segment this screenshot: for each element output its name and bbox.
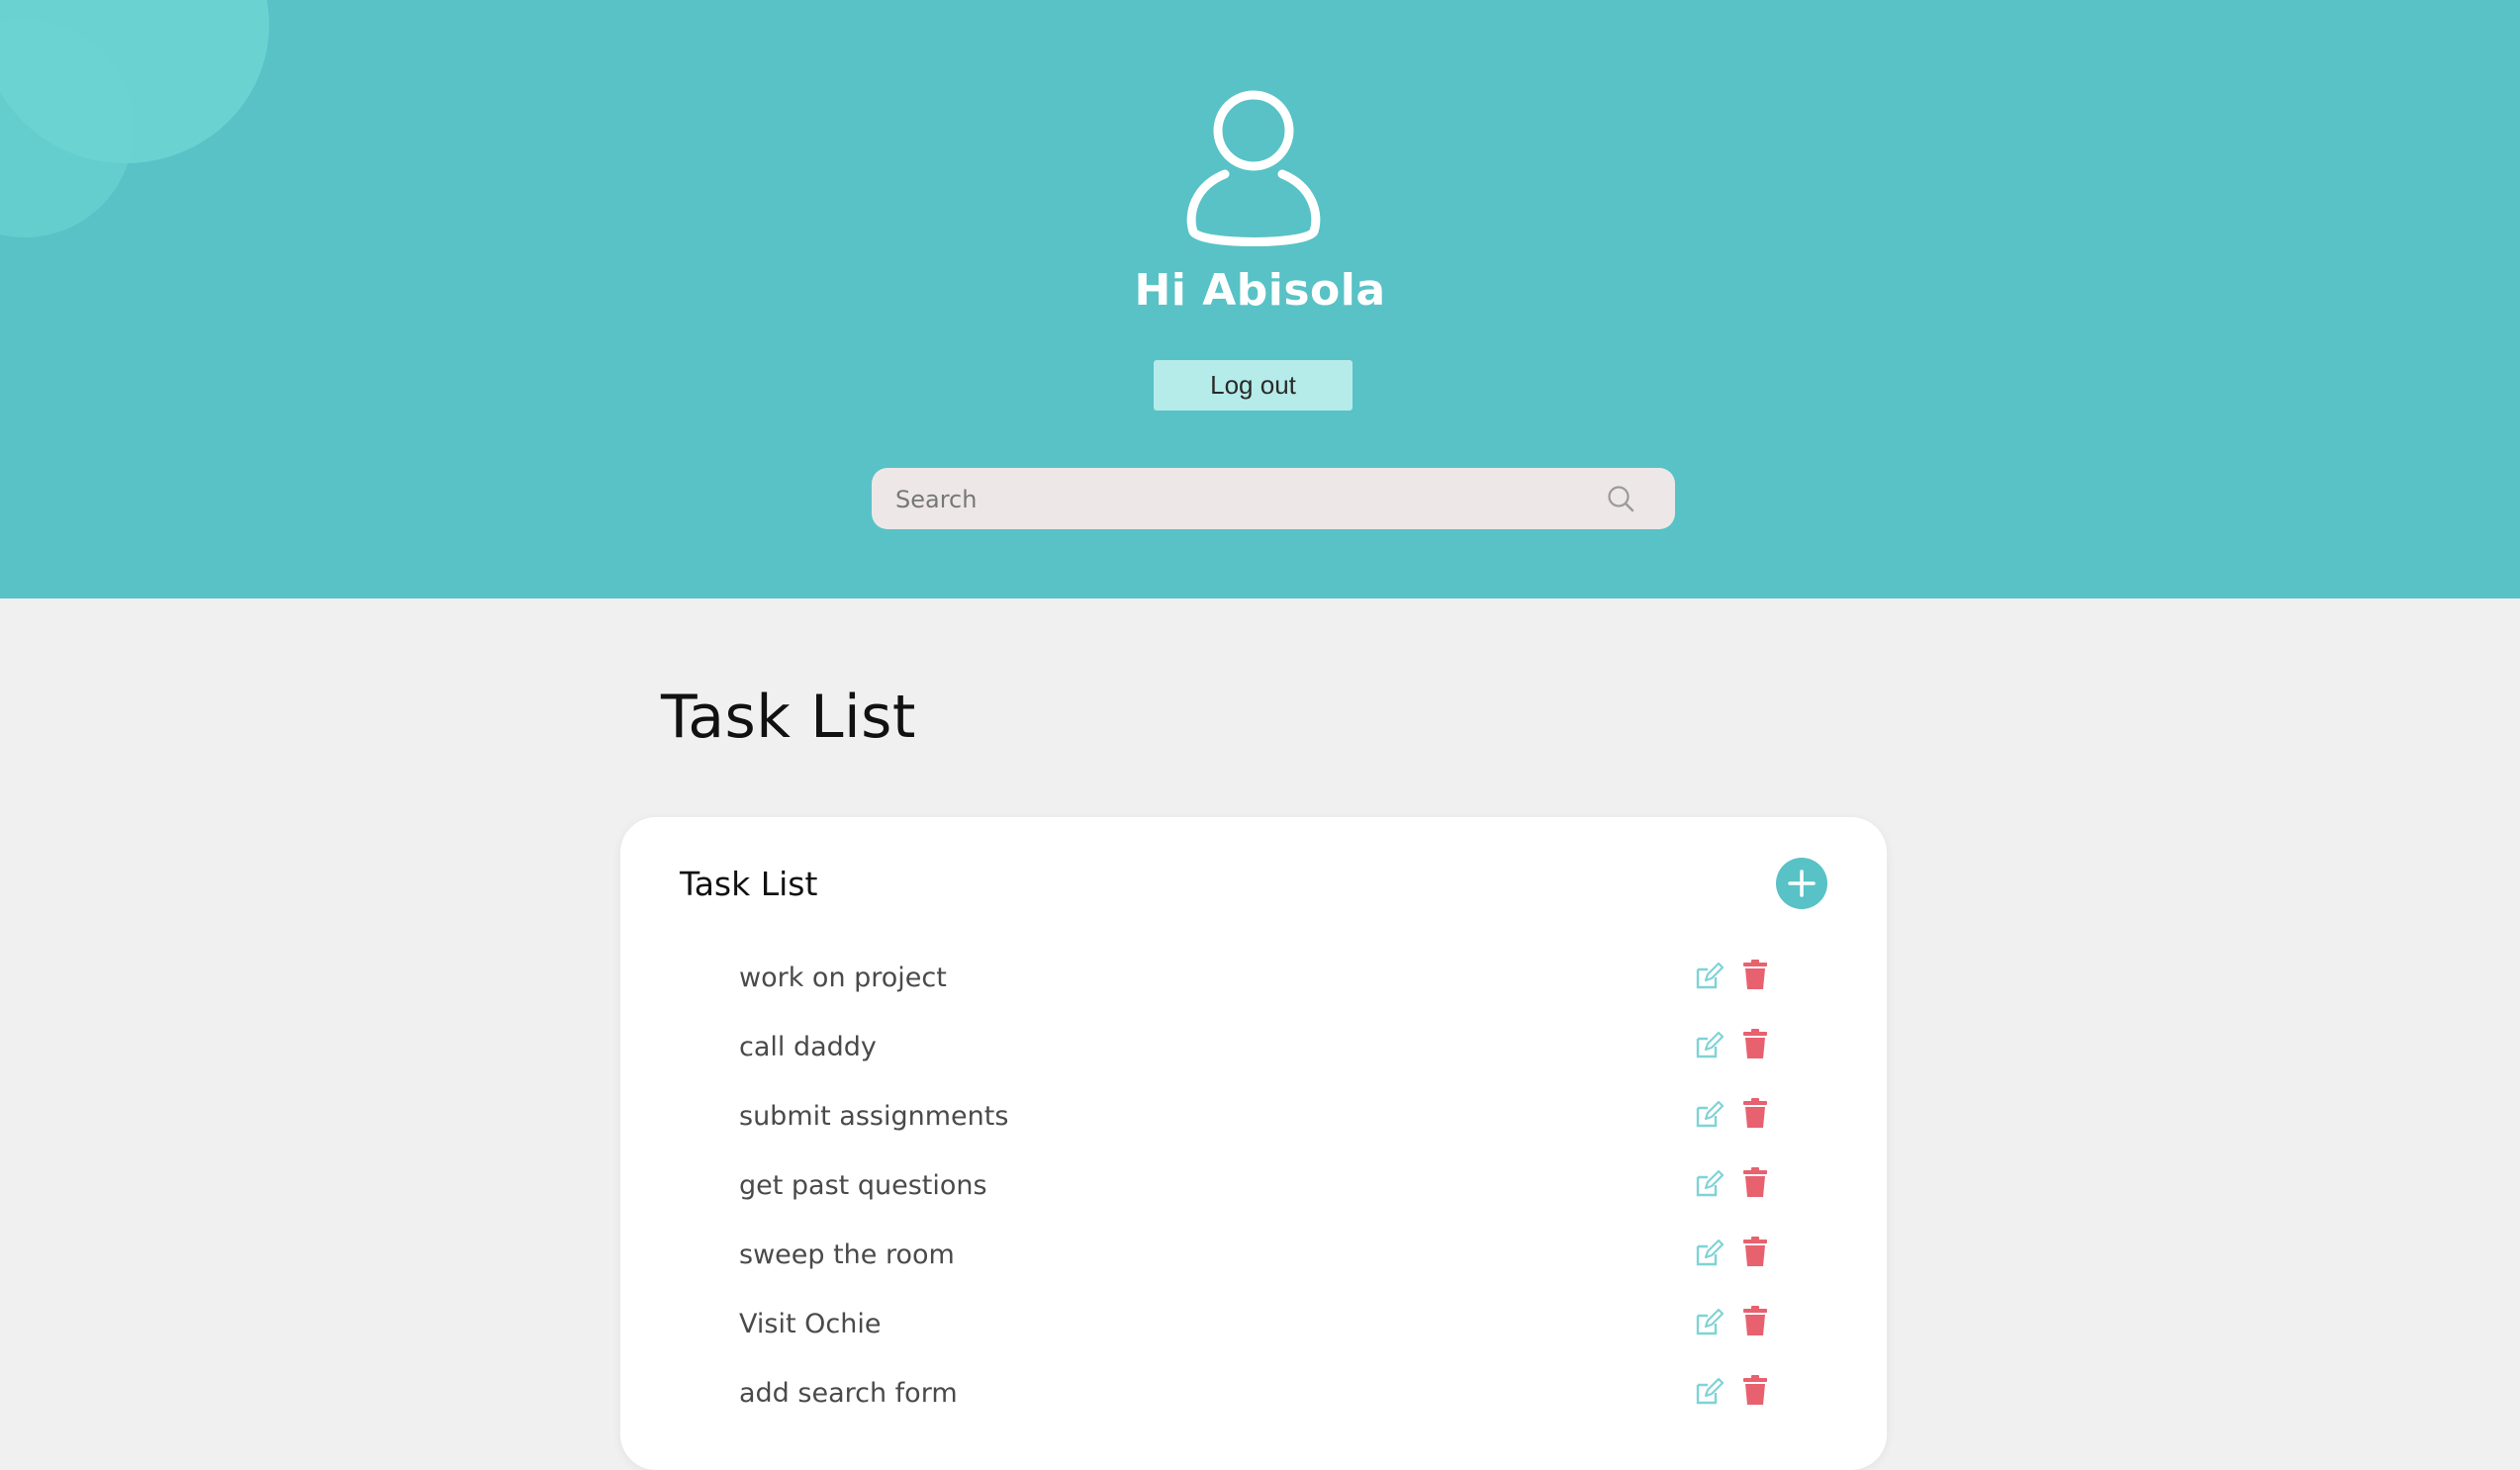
trash-icon[interactable] — [1743, 1098, 1767, 1128]
edit-icon[interactable] — [1694, 1169, 1724, 1199]
trash-icon[interactable] — [1743, 1375, 1767, 1405]
task-item: work on project — [620, 956, 1887, 1025]
task-label: sweep the room — [739, 1240, 955, 1270]
edit-icon[interactable] — [1694, 1377, 1724, 1407]
greeting-heading: Hi Abisola — [1134, 265, 1386, 316]
plus-icon — [1788, 870, 1816, 897]
task-item: get past questions — [620, 1163, 1887, 1233]
task-list: work on project call daddy submit assign… — [620, 956, 1887, 1440]
edit-icon[interactable] — [1694, 1100, 1724, 1130]
user-icon — [1186, 90, 1321, 246]
edit-icon[interactable] — [1694, 962, 1724, 991]
card-title: Task List — [680, 865, 818, 903]
edit-icon[interactable] — [1694, 1308, 1724, 1337]
logout-button[interactable]: Log out — [1154, 360, 1353, 411]
task-label: add search form — [739, 1378, 958, 1409]
trash-icon[interactable] — [1743, 960, 1767, 989]
search-icon[interactable] — [1606, 484, 1635, 513]
trash-icon[interactable] — [1743, 1029, 1767, 1058]
task-label: Visit Ochie — [739, 1309, 882, 1339]
search-input[interactable] — [893, 468, 1590, 531]
search-bar — [872, 468, 1675, 531]
task-item: sweep the room — [620, 1233, 1887, 1302]
add-task-button[interactable] — [1776, 858, 1827, 909]
header-banner: Hi Abisola Log out — [0, 0, 2520, 598]
task-label: submit assignments — [739, 1101, 1009, 1132]
task-label: work on project — [739, 963, 947, 993]
task-label: call daddy — [739, 1032, 877, 1062]
task-item: call daddy — [620, 1025, 1887, 1094]
trash-icon[interactable] — [1743, 1306, 1767, 1335]
trash-icon[interactable] — [1743, 1167, 1767, 1197]
trash-icon[interactable] — [1743, 1237, 1767, 1266]
task-item: submit assignments — [620, 1094, 1887, 1163]
page-title: Task List — [661, 683, 916, 752]
task-item: Visit Ochie — [620, 1302, 1887, 1371]
task-item: add search form — [620, 1371, 1887, 1440]
task-list-card: Task List work on project call daddy sub… — [620, 817, 1887, 1470]
task-label: get past questions — [739, 1170, 987, 1201]
edit-icon[interactable] — [1694, 1031, 1724, 1060]
edit-icon[interactable] — [1694, 1239, 1724, 1268]
